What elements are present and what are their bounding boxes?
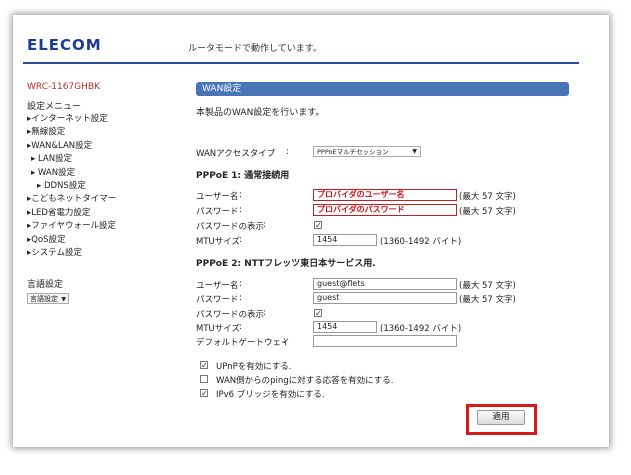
pppoe1-mtu-input[interactable]: 1454	[313, 234, 377, 246]
sidebar-item-ddns[interactable]: ▸ DDNS設定	[27, 180, 116, 193]
pppoe2-show-password-label: パスワードの表示	[196, 310, 265, 320]
colon: :	[263, 308, 266, 318]
pppoe1-user-label: ユーザー名	[196, 192, 239, 202]
browser-frame: ELECOM ルータモードで動作しています。 WRC-1167GHBK 設定メニ…	[13, 15, 609, 447]
ipv6-bridge-checkbox[interactable]: ✓	[200, 389, 208, 398]
colon: :	[239, 293, 242, 303]
pppoe2-password-label: パスワード	[196, 295, 239, 305]
pppoe1-user-note: (最大 57 文字)	[459, 192, 516, 202]
header-divider	[23, 62, 579, 64]
pppoe1-show-password-label: パスワードの表示	[196, 222, 265, 232]
pppoe2-mtu-label: MTUサイズ	[196, 324, 240, 334]
sidebar-item-qos[interactable]: ▸QoS設定	[27, 234, 116, 247]
pppoe1-show-password-checkbox[interactable]: ✓	[314, 221, 322, 230]
pppoe1-mtu-label: MTUサイズ	[196, 237, 240, 247]
chevron-down-icon: ▼	[61, 296, 66, 303]
sidebar-item-lan[interactable]: ▸ LAN設定	[27, 153, 116, 166]
pppoe2-show-password-checkbox[interactable]: ✓	[314, 309, 322, 318]
pppoe1-mtu-note: (1360-1492 バイト)	[380, 237, 462, 247]
sidebar-item-firewall[interactable]: ▸ファイヤウォール設定	[27, 220, 116, 233]
apply-button[interactable]: 適用	[477, 410, 525, 425]
colon: :	[283, 336, 286, 346]
colon: :	[286, 147, 289, 157]
colon: :	[239, 205, 242, 215]
colon: :	[239, 322, 242, 332]
sidebar-menu: ▸インターネット設定 ▸無線設定 ▸WAN&LAN設定 ▸ LAN設定 ▸ WA…	[27, 113, 116, 260]
pppoe2-password-note: (最大 57 文字)	[459, 295, 516, 305]
colon: :	[239, 235, 242, 245]
elecom-logo: ELECOM	[27, 36, 102, 54]
page-description: 本製品のWAN設定を行います。	[196, 108, 325, 118]
sidebar-item-internet[interactable]: ▸インターネット設定	[27, 113, 116, 126]
wan-access-type-select[interactable]: PPPoEマルチセッション ▼	[313, 146, 421, 157]
pppoe2-user-input[interactable]: guest@flets	[313, 278, 457, 290]
model-name: WRC-1167GHBK	[27, 82, 100, 92]
pppoe1-heading: PPPoE 1: 通常接続用	[196, 171, 290, 181]
pppoe2-mtu-input[interactable]: 1454	[313, 321, 377, 333]
pppoe1-password-note: (最大 57 文字)	[459, 207, 516, 217]
sidebar-item-led[interactable]: ▸LED省電力設定	[27, 207, 116, 220]
pppoe2-mtu-note: (1360-1492 バイト)	[380, 324, 462, 334]
chevron-down-icon: ▼	[412, 148, 417, 155]
wan-ping-label: WAN側からのpingに対する応答を有効にする.	[216, 376, 394, 386]
wan-access-type-value: PPPoEマルチセッション	[317, 148, 389, 156]
wan-access-type-label: WANアクセスタイプ	[196, 149, 276, 159]
pppoe2-gateway-label: デフォルトゲートウェイ	[196, 338, 290, 348]
upnp-checkbox[interactable]: ✓	[200, 361, 208, 370]
wan-ping-checkbox[interactable]	[200, 375, 208, 383]
colon: :	[239, 279, 242, 289]
pppoe2-user-note: (最大 57 文字)	[459, 281, 516, 291]
sidebar-item-wan-lan[interactable]: ▸WAN&LAN設定	[27, 140, 116, 153]
sidebar-item-system[interactable]: ▸システム設定	[27, 247, 116, 260]
pppoe1-user-input[interactable]: プロバイダのユーザー名	[313, 189, 457, 201]
sidebar-item-wan[interactable]: ▸ WAN設定	[27, 167, 116, 180]
language-title: 言語設定	[27, 280, 64, 290]
pppoe2-heading: PPPoE 2: NTTフレッツ東日本サービス用.	[196, 259, 376, 269]
upnp-label: UPnPを有効にする.	[216, 362, 292, 372]
pppoe1-password-label: パスワード	[196, 207, 239, 217]
pppoe2-password-input[interactable]: guest	[313, 292, 457, 304]
language-select[interactable]: 言語設定 ▼	[27, 293, 69, 304]
language-select-value: 言語設定	[30, 295, 58, 303]
ipv6-bridge-label: IPv6 ブリッジを有効にする.	[216, 390, 325, 400]
colon: :	[239, 190, 242, 200]
section-title: WAN設定	[196, 82, 569, 96]
router-mode-status: ルータモードで動作しています。	[188, 44, 322, 54]
menu-title: 設定メニュー	[27, 102, 82, 112]
sidebar-item-kids-timer[interactable]: ▸こどもネットタイマー	[27, 193, 116, 206]
pppoe2-user-label: ユーザー名	[196, 281, 239, 291]
pppoe2-gateway-input[interactable]	[313, 335, 457, 347]
sidebar-item-wireless[interactable]: ▸無線設定	[27, 126, 116, 139]
colon: :	[263, 220, 266, 230]
pppoe1-password-input[interactable]: プロバイダのパスワード	[313, 204, 457, 216]
